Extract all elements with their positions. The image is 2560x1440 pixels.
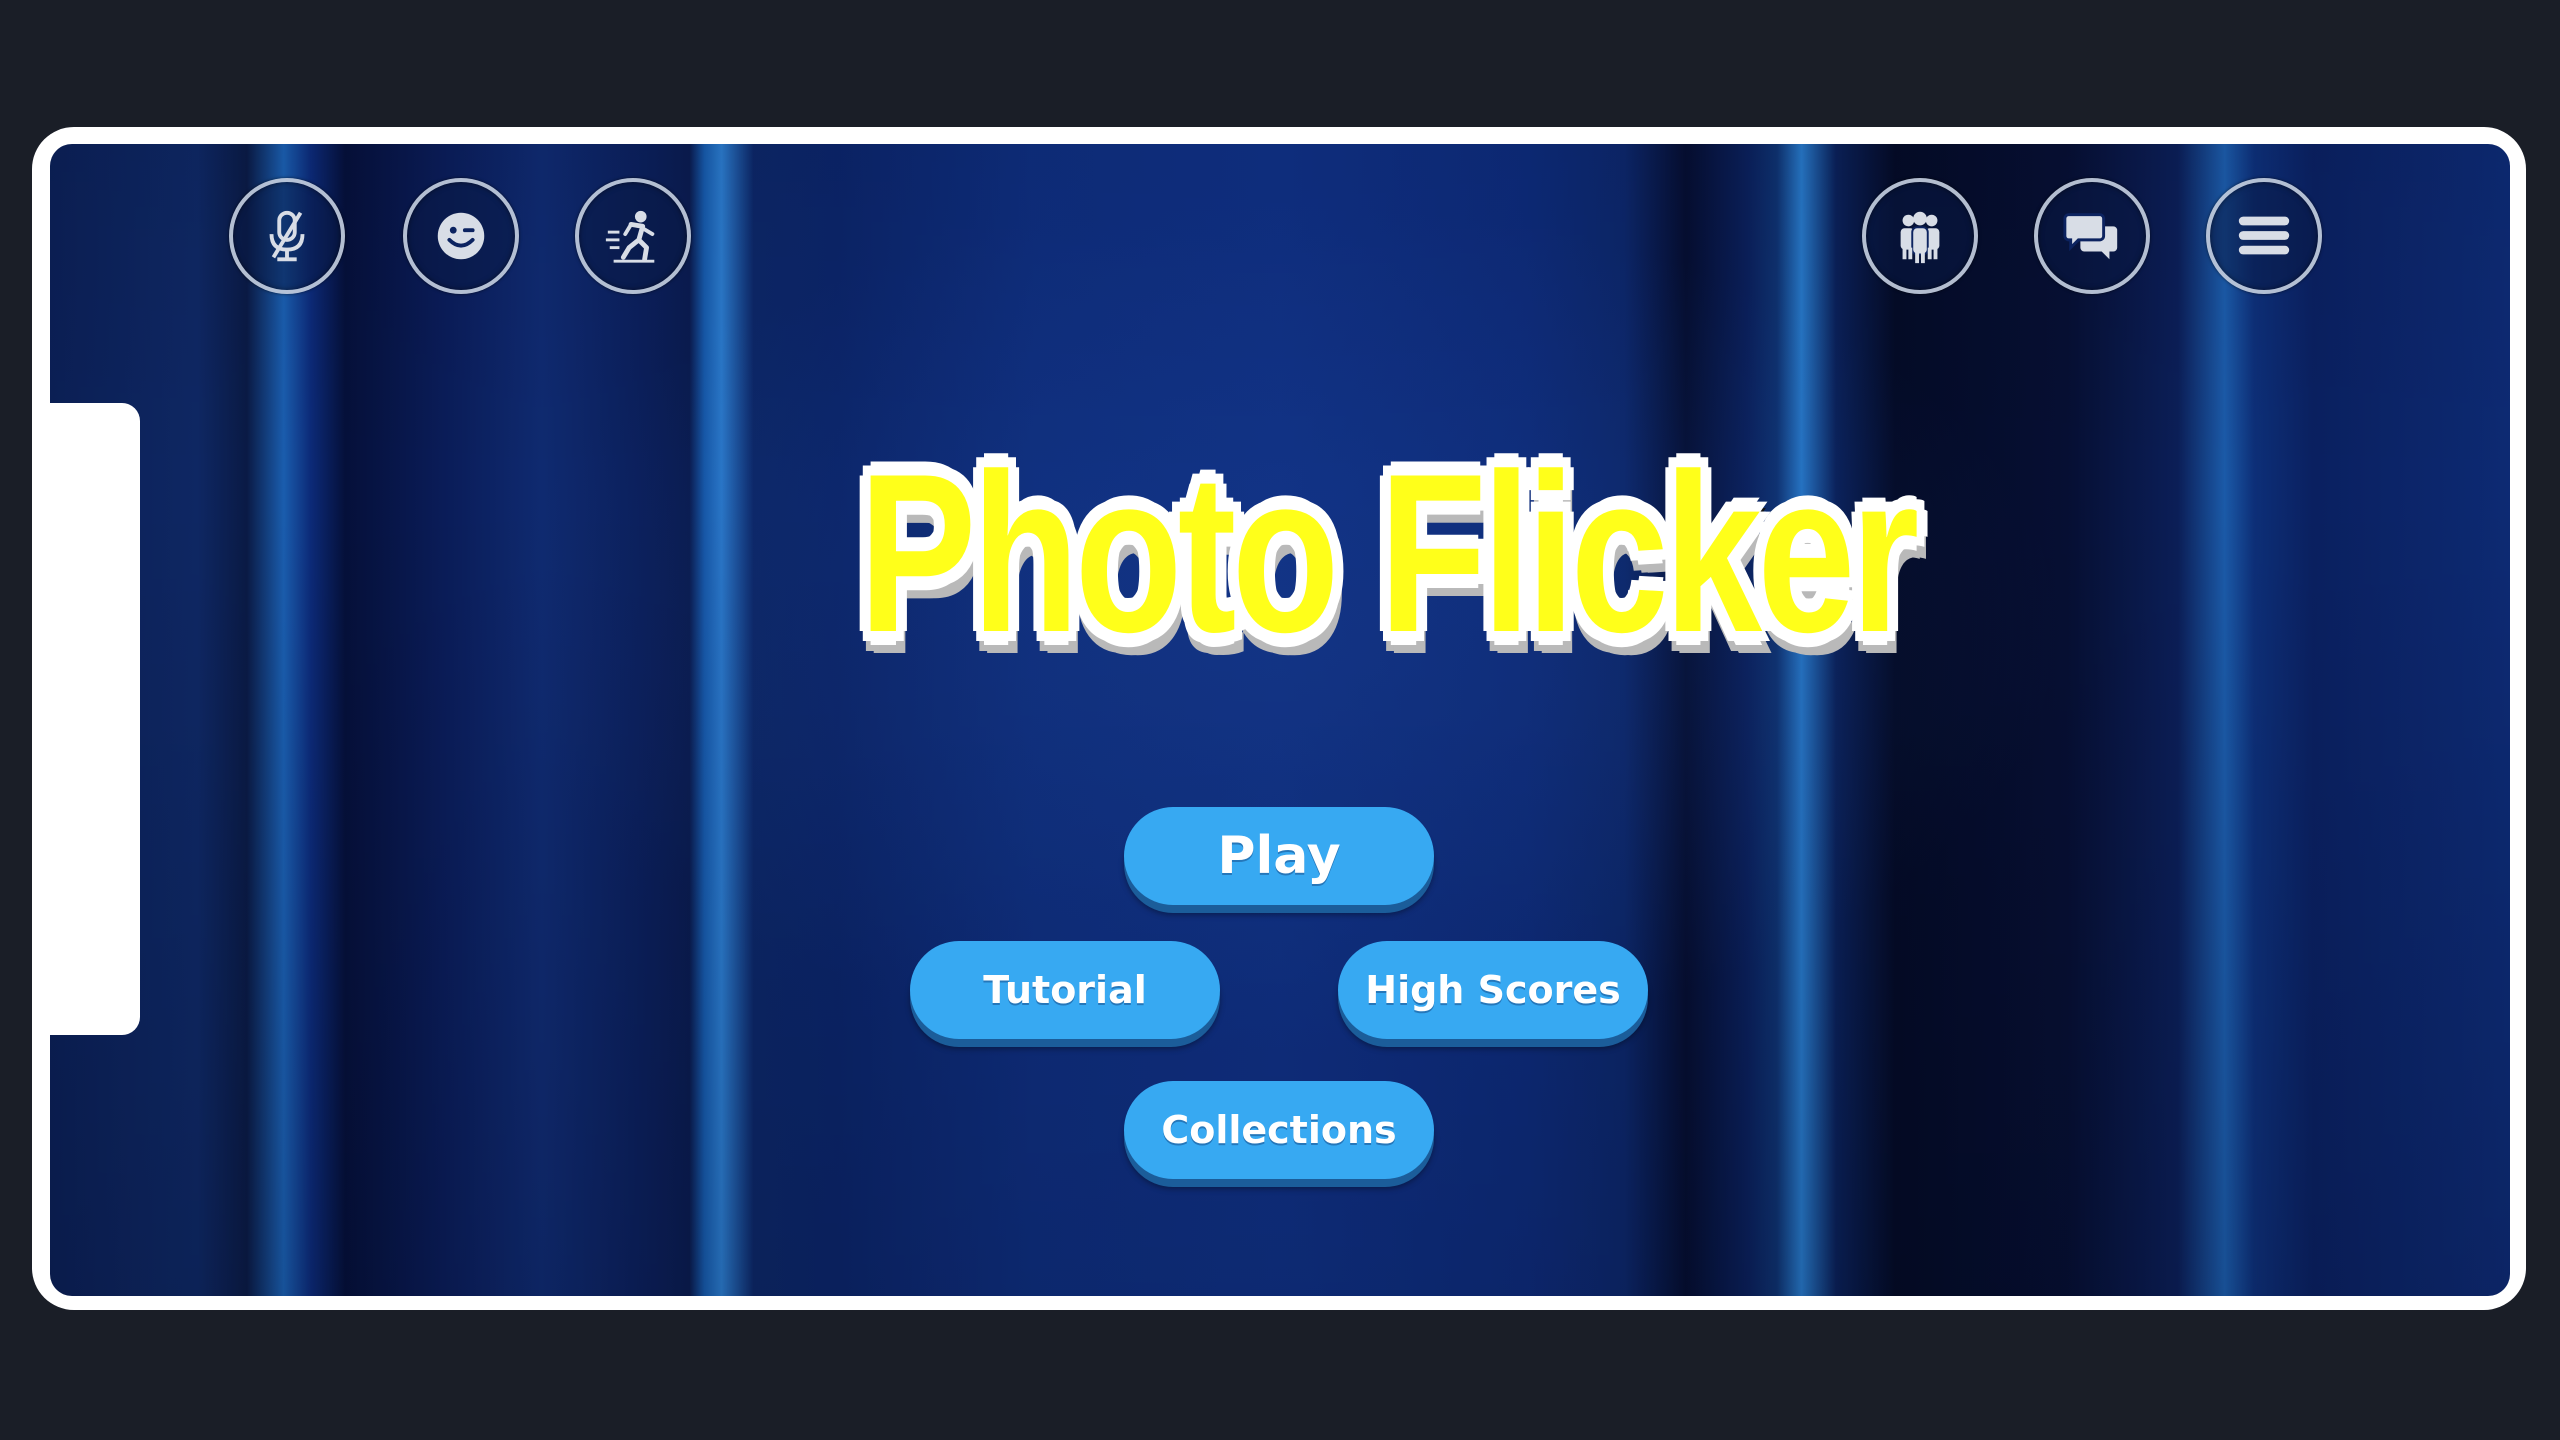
tutorial-button[interactable]: Tutorial	[910, 941, 1220, 1039]
play-button[interactable]: Play	[1124, 807, 1434, 905]
players-button[interactable]	[1862, 178, 1978, 294]
running-person-icon	[605, 210, 655, 263]
chat-icon	[2063, 213, 2118, 260]
emoji-icon	[437, 212, 485, 260]
side-drawer-tab[interactable]	[32, 403, 140, 1035]
chat-button[interactable]	[2034, 178, 2150, 294]
emoji-button[interactable]	[403, 178, 519, 294]
running-button[interactable]	[575, 178, 691, 294]
high-scores-button[interactable]: High Scores	[1338, 941, 1648, 1039]
mic-toggle-button[interactable]	[229, 178, 345, 294]
menu-icon	[2238, 216, 2290, 255]
game-title: Photo Flicker	[856, 426, 1922, 679]
collections-button[interactable]: Collections	[1124, 1081, 1434, 1179]
app-root: Photo Flicker Play Tutorial High Scores …	[0, 0, 2560, 1440]
people-icon	[1900, 211, 1940, 264]
main-menu-button[interactable]	[2206, 178, 2322, 294]
mic-muted-icon	[269, 210, 305, 262]
